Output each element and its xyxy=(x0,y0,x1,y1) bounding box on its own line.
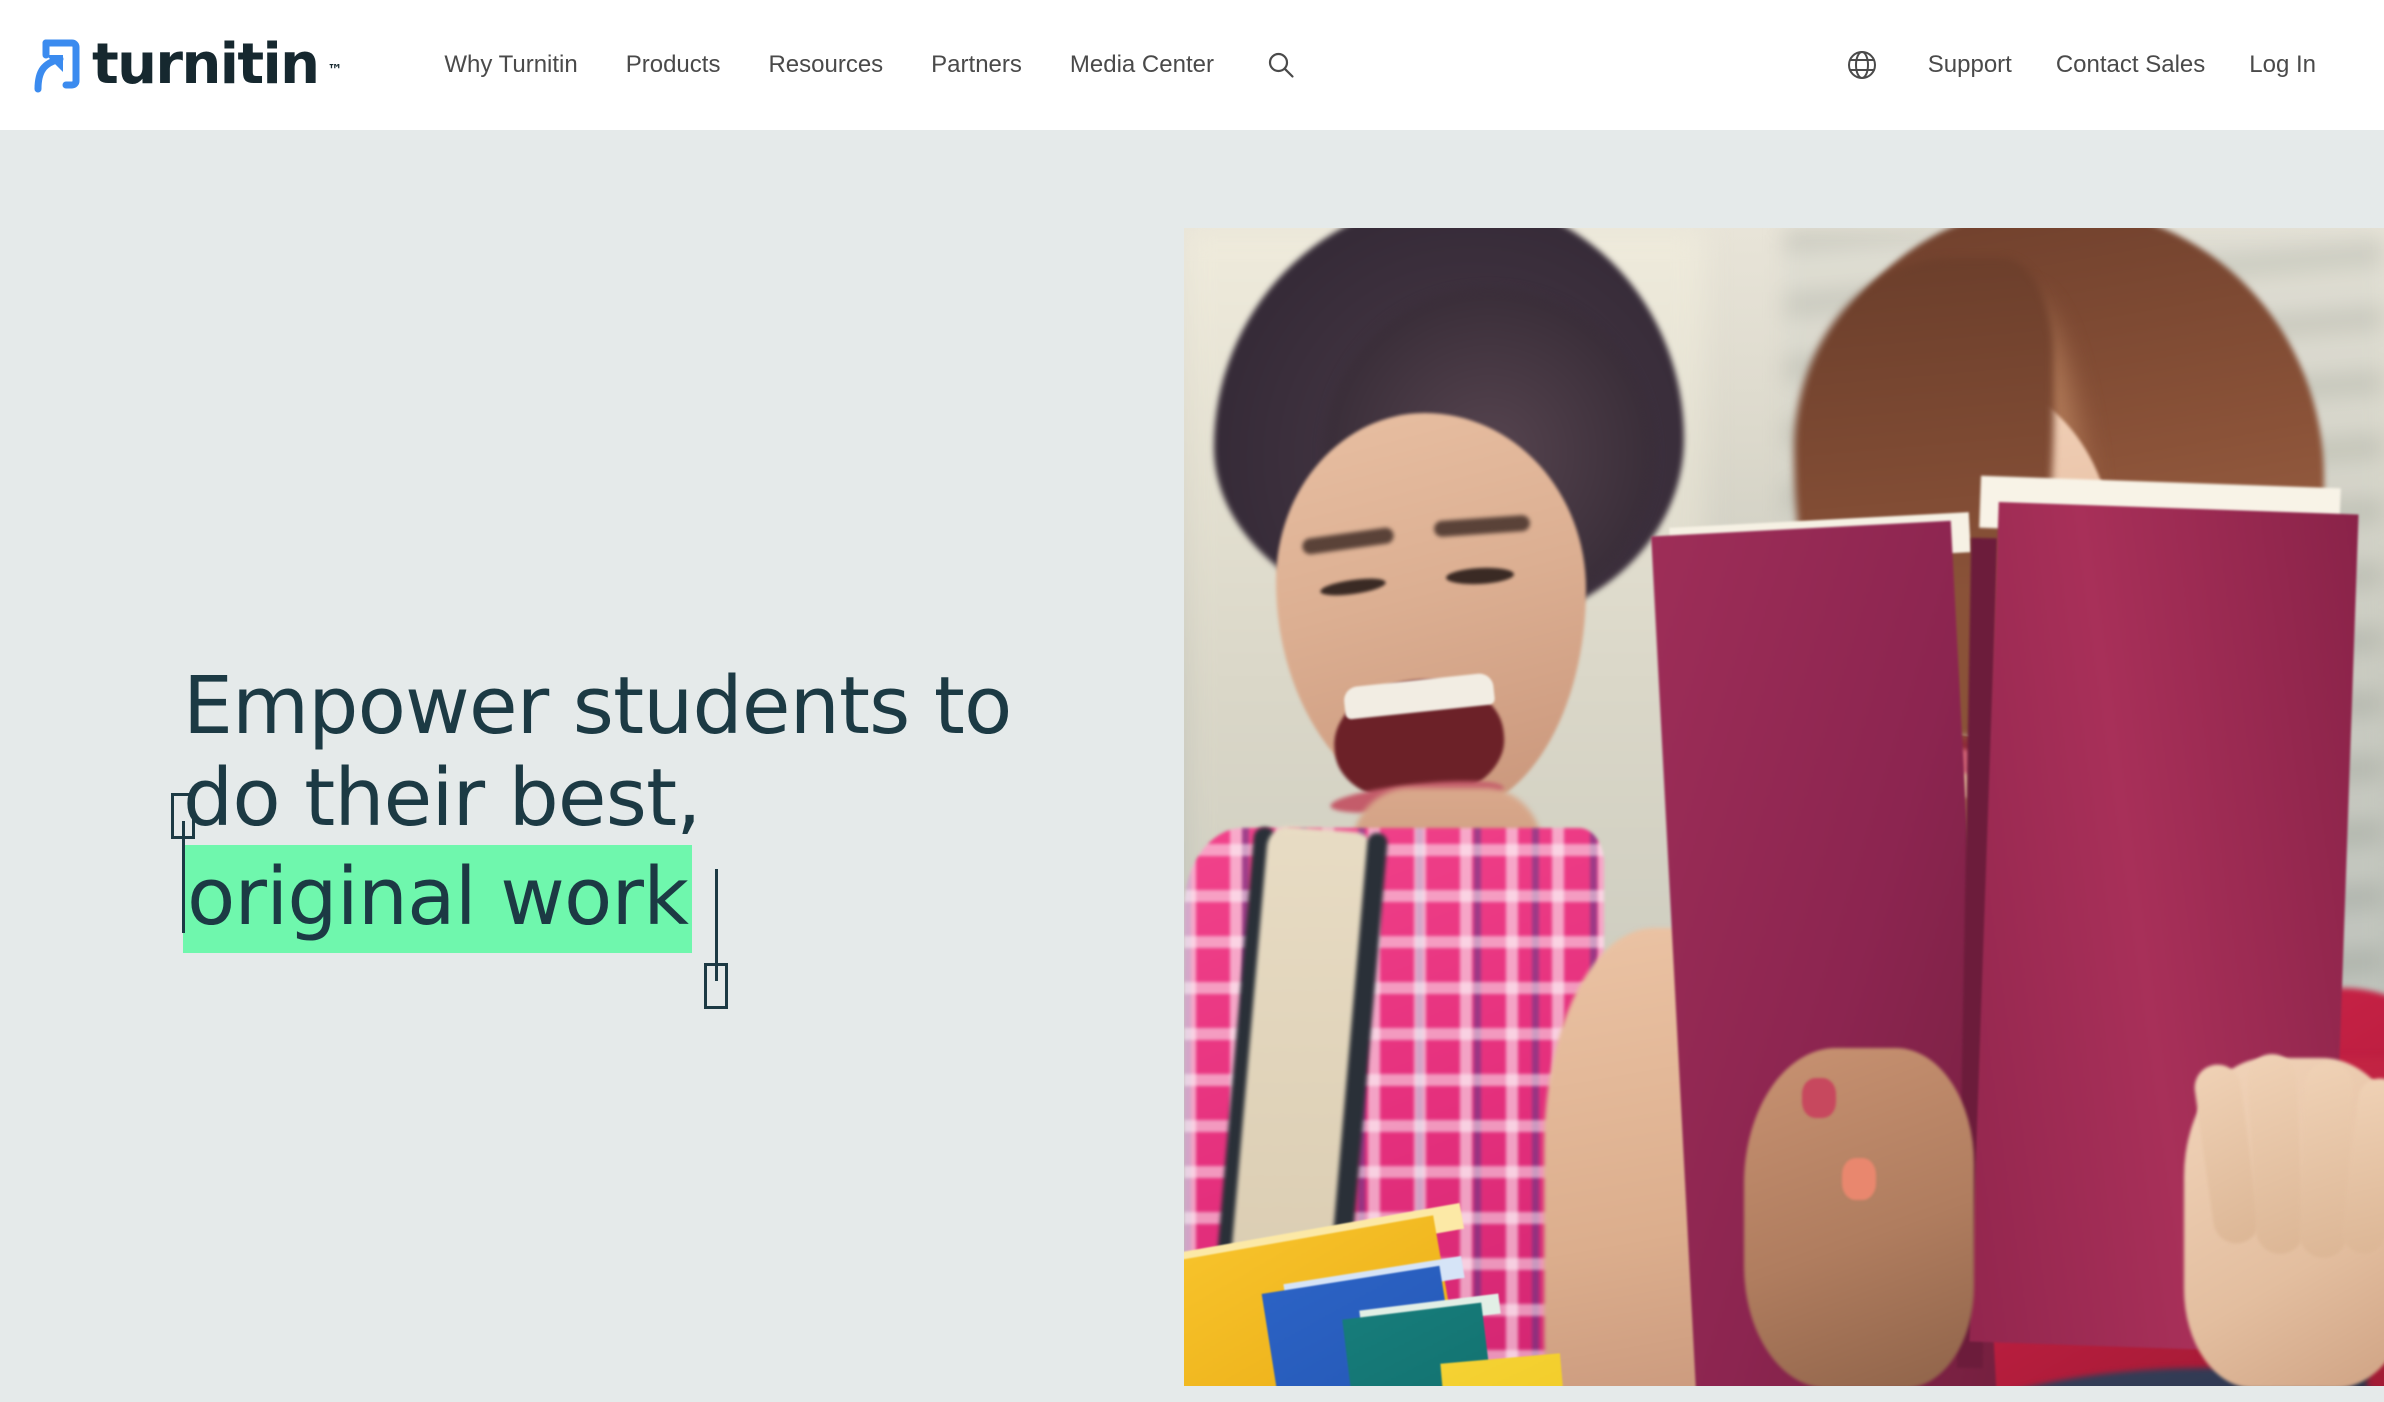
trademark-symbol: ™ xyxy=(327,61,343,79)
language-selector-button[interactable] xyxy=(1840,43,1884,87)
nav-item-media-center[interactable]: Media Center xyxy=(1046,51,1238,79)
nav-item-log-in[interactable]: Log In xyxy=(2227,51,2338,79)
search-button[interactable] xyxy=(1260,44,1302,86)
site-header: turnitin ™ Why Turnitin Products Resourc… xyxy=(0,0,2384,130)
hero-section: Empower students to do their best, origi… xyxy=(0,130,2384,1402)
primary-navigation: Why Turnitin Products Resources Partners… xyxy=(420,44,1302,86)
globe-icon xyxy=(1847,51,1876,79)
hero-headline: Empower students to do their best, origi… xyxy=(171,660,1012,1010)
headline-highlight: original work xyxy=(183,844,693,954)
headline-line-2: do their best, xyxy=(183,752,701,845)
headline-line-1: Empower students to xyxy=(183,660,1012,752)
logo-wordmark: turnitin xyxy=(92,32,320,97)
hero-image xyxy=(1184,228,2384,1386)
nav-item-why-turnitin[interactable]: Why Turnitin xyxy=(420,51,601,79)
secondary-navigation: Support Contact Sales Log In xyxy=(1840,0,2338,130)
search-icon xyxy=(1268,52,1294,78)
turnitin-logo[interactable]: turnitin ™ xyxy=(30,29,342,101)
nav-item-resources[interactable]: Resources xyxy=(744,51,907,79)
nav-item-support[interactable]: Support xyxy=(1906,51,2034,79)
nav-item-products[interactable]: Products xyxy=(602,51,745,79)
page-root: turnitin ™ Why Turnitin Products Resourc… xyxy=(0,0,2384,1402)
nav-item-contact-sales[interactable]: Contact Sales xyxy=(2034,51,2227,79)
hero-copy: Empower students to do their best, origi… xyxy=(171,660,1012,1010)
highlighted-phrase-wrapper: original work xyxy=(171,792,729,1010)
turnitin-arrow-mark xyxy=(34,39,80,93)
nav-item-partners[interactable]: Partners xyxy=(907,51,1046,79)
